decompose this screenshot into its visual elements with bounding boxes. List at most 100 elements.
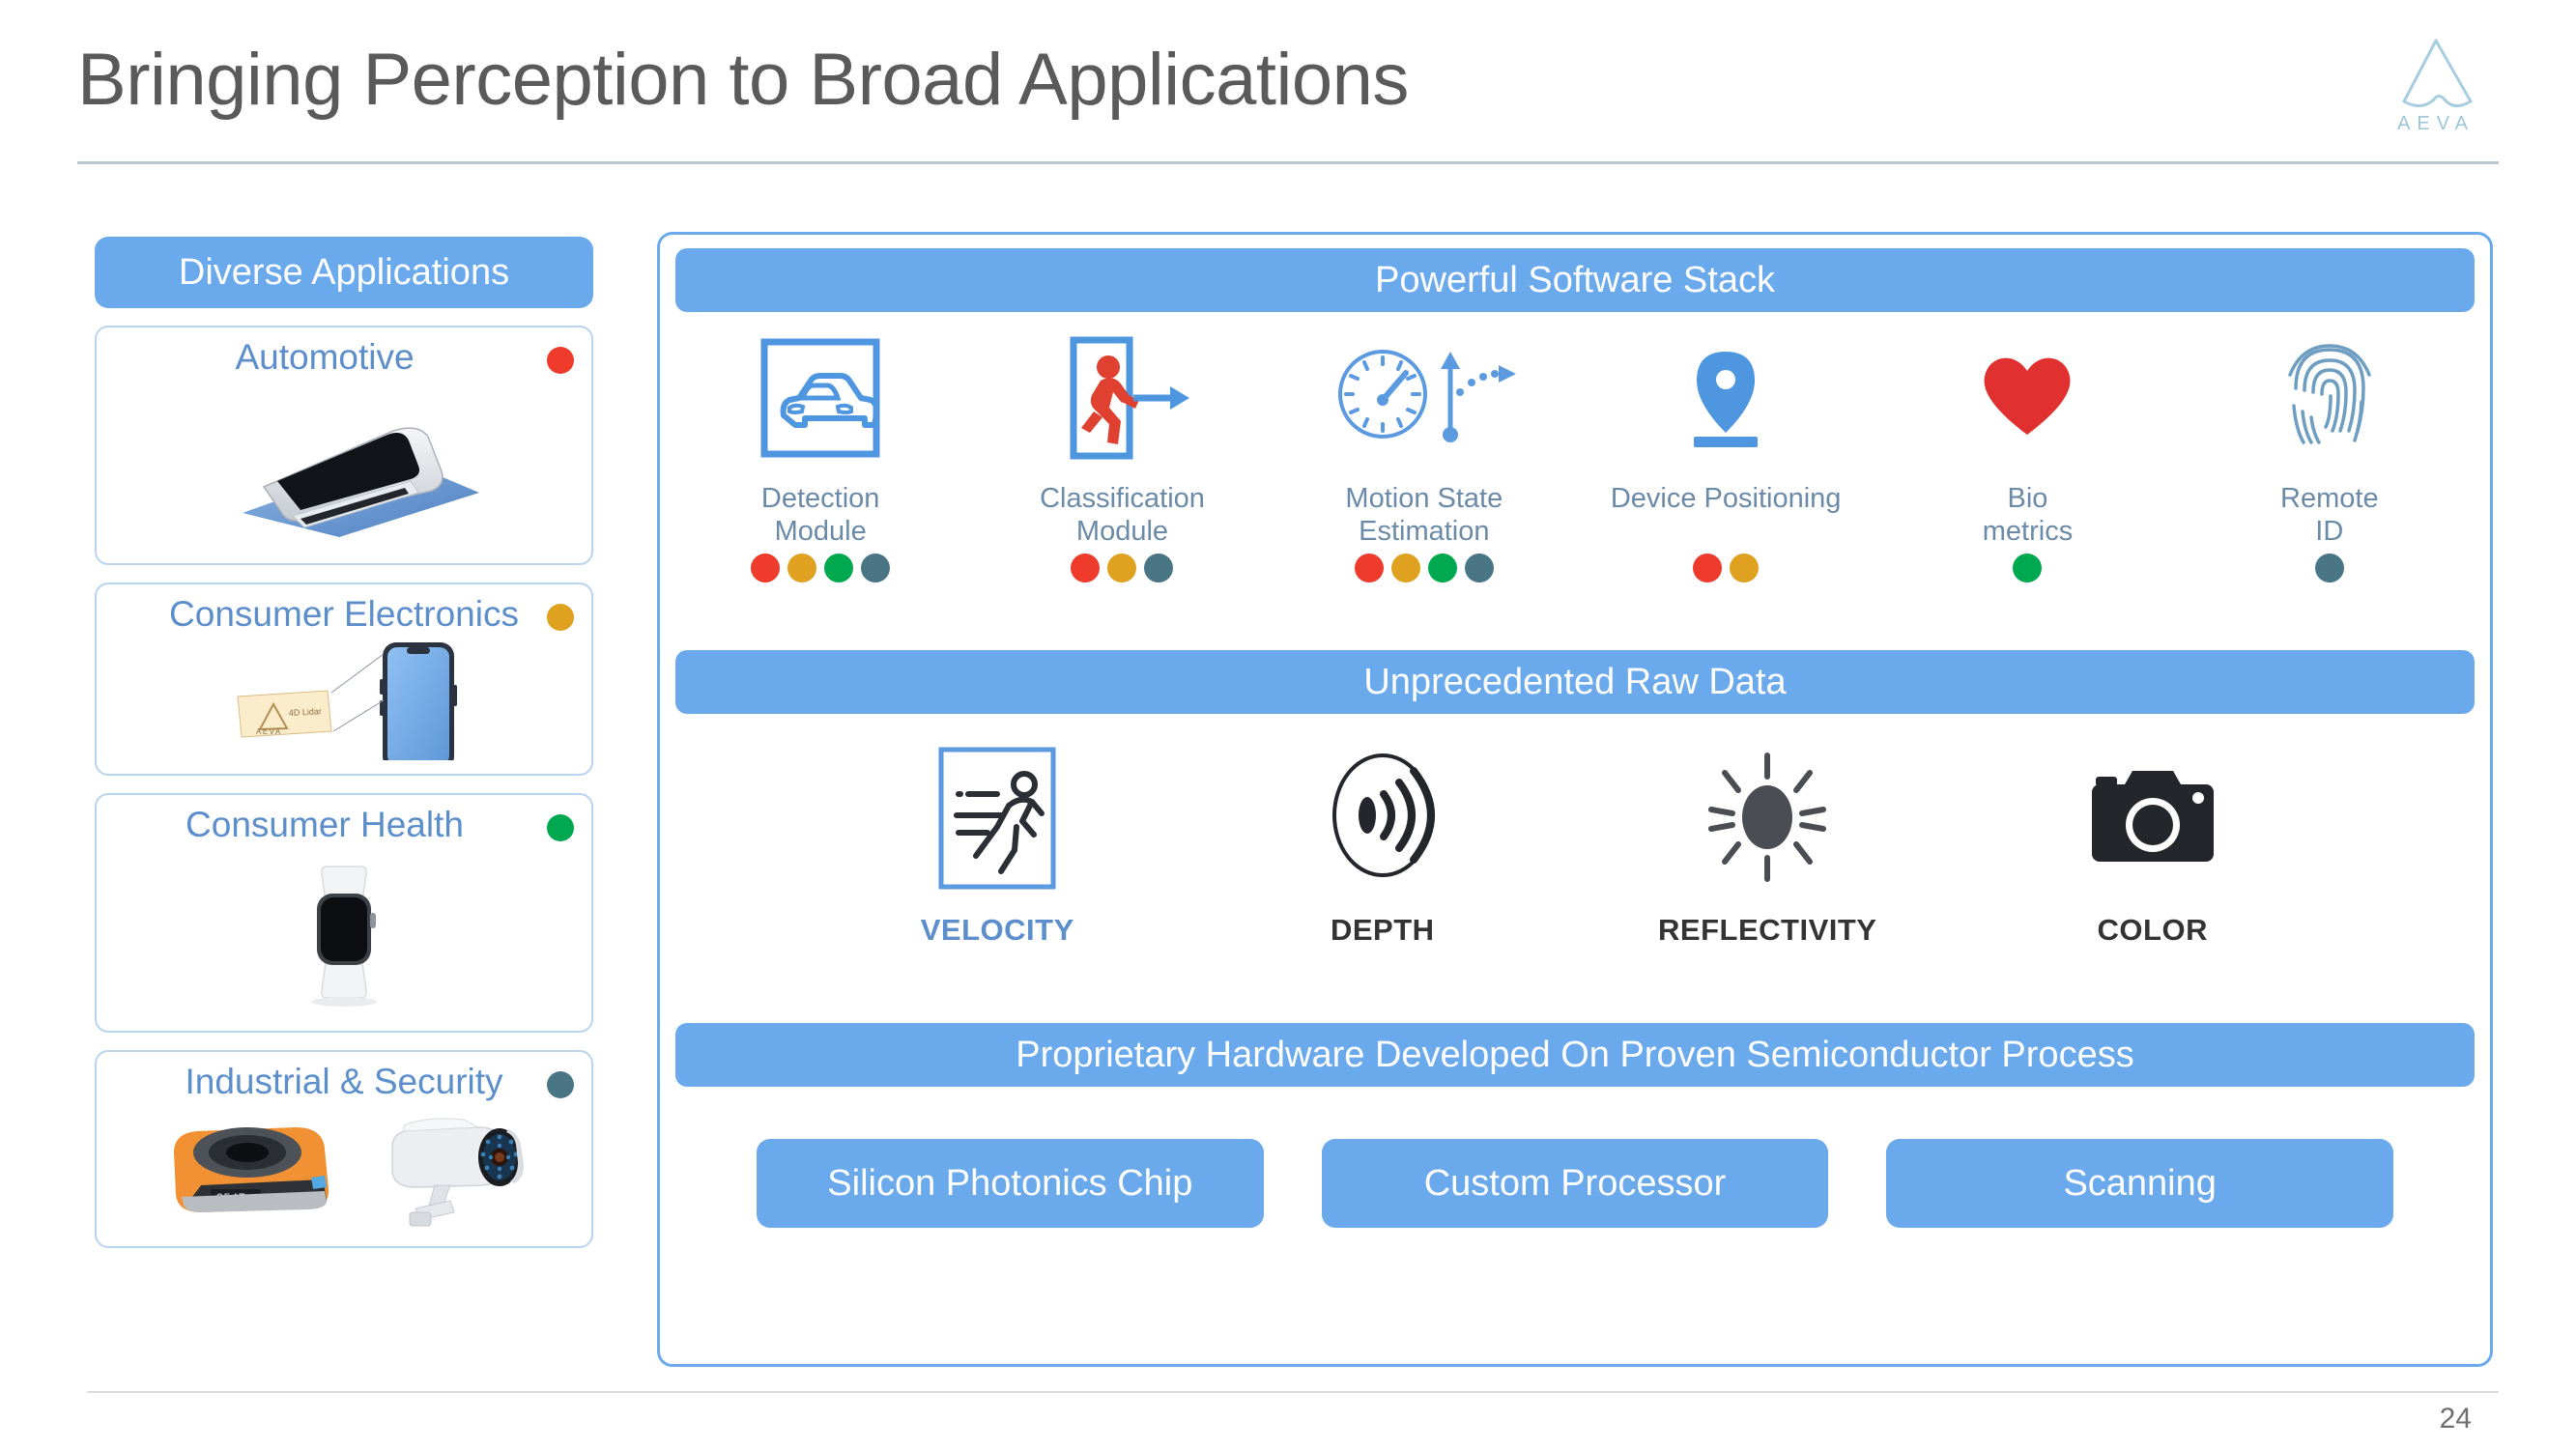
software-module-label: Bio metrics — [1983, 482, 2073, 552]
software-module-label-line2: Module — [774, 516, 867, 548]
app-card-industrial-security[interactable]: Industrial & Security 2547 — [95, 1050, 593, 1248]
maturity-dot — [1107, 554, 1137, 582]
camera-icon — [2082, 741, 2223, 895]
speedometer-and-trajectory-arrow-icon — [1332, 326, 1516, 470]
automotive-lidar-sensor-image — [118, 377, 570, 554]
status-dot-consumer-electronics — [547, 604, 574, 631]
software-module-classification[interactable]: Classification Module — [971, 326, 1273, 650]
slide-header: Bringing Perception to Broad Application… — [77, 39, 2499, 164]
software-modules-row: Detection Module Classification Module M… — [660, 312, 2490, 650]
hardware-button-scanning[interactable]: Scanning — [1886, 1139, 2394, 1228]
footer-divider — [87, 1391, 2499, 1393]
maturity-dots — [1693, 554, 1760, 582]
status-dot-industrial-security — [547, 1071, 574, 1098]
maturity-dot — [1354, 554, 1384, 582]
powerful-software-stack-banner: Powerful Software Stack — [675, 248, 2475, 312]
aeva-logo: AEVA — [2373, 36, 2499, 152]
software-module-motion-state-estimation[interactable]: Motion State Estimation — [1274, 326, 1575, 650]
smartphone-with-lidar-chip-image: 4D Lidar AEVA — [118, 634, 570, 764]
hardware-button-silicon-photonics-chip[interactable]: Silicon Photonics Chip — [757, 1139, 1264, 1228]
app-card-title: Consumer Health — [186, 805, 464, 844]
raw-data-item-velocity[interactable]: VELOCITY — [805, 741, 1190, 948]
diverse-applications-column: Diverse Applications Automotive Consumer… — [95, 237, 593, 1265]
hardware-buttons-row: Silicon Photonics Chip Custom Processor … — [660, 1087, 2490, 1280]
maturity-dot — [1390, 554, 1420, 582]
hardware-button-custom-processor[interactable]: Custom Processor — [1321, 1139, 1829, 1228]
maturity-dot — [1464, 554, 1494, 582]
raw-data-item-color[interactable]: COLOR — [1961, 741, 2346, 948]
maturity-dot — [824, 554, 854, 582]
raw-data-item-depth[interactable]: DEPTH — [1190, 741, 1576, 948]
diverse-applications-label: Diverse Applications — [178, 251, 510, 293]
software-module-label-line1: Classification — [1040, 483, 1205, 514]
status-dot-consumer-health — [547, 814, 574, 841]
software-module-label: Remote ID — [2280, 482, 2379, 552]
software-module-label-line1: Remote — [2280, 483, 2379, 514]
fingerprint-icon — [2276, 326, 2383, 470]
proprietary-hardware-label: Proprietary Hardware Developed On Proven… — [1016, 1034, 2134, 1075]
app-card-title: Automotive — [235, 337, 415, 377]
raw-data-label: DEPTH — [1330, 913, 1435, 947]
raw-data-label: REFLECTIVITY — [1658, 913, 1877, 947]
running-person-in-box-with-arrow-icon — [1050, 326, 1193, 470]
car-in-bounding-box-icon — [757, 326, 884, 470]
maturity-dot — [1144, 554, 1174, 582]
page-number: 24 — [2439, 1403, 2472, 1435]
technology-stack-panel: Powerful Software Stack Detection Module — [657, 232, 2493, 1367]
raw-data-label: COLOR — [2097, 913, 2208, 947]
chip-callout-label-4d-lidar: 4D Lidar — [289, 707, 323, 719]
maturity-dot — [1071, 554, 1101, 582]
hardware-button-label: Silicon Photonics Chip — [827, 1162, 1193, 1204]
software-module-device-positioning[interactable]: Device Positioning — [1575, 326, 1876, 650]
software-module-detection[interactable]: Detection Module — [670, 326, 971, 650]
software-module-label-line2: Estimation — [1359, 516, 1490, 548]
maturity-dot — [1730, 554, 1760, 582]
aeva-triangle-logo-icon — [2401, 39, 2474, 107]
maturity-dot — [751, 554, 781, 582]
hardware-button-label: Scanning — [2063, 1162, 2217, 1204]
maturity-dots — [751, 554, 891, 582]
software-module-label-line1: Device Positioning — [1610, 483, 1842, 514]
unprecedented-raw-data-label: Unprecedented Raw Data — [1363, 661, 1787, 702]
software-module-label-line2: metrics — [1982, 516, 2074, 548]
hardware-button-label: Custom Processor — [1423, 1162, 1727, 1204]
depth-waves-icon — [1320, 741, 1445, 895]
status-dot-automotive — [547, 347, 574, 374]
maturity-dots — [2013, 554, 2043, 582]
aeva-wordmark: AEVA — [2397, 113, 2475, 134]
raw-data-label: VELOCITY — [920, 913, 1074, 947]
running-person-motion-lines-icon — [937, 741, 1057, 895]
smartwatch-image — [118, 844, 570, 1021]
page-title: Bringing Perception to Broad Application… — [77, 39, 1409, 121]
software-module-label-line1: Detection — [760, 483, 880, 514]
software-module-label: Detection Module — [761, 482, 880, 552]
software-module-label-line2: Module — [1075, 516, 1169, 548]
maturity-dot — [1427, 554, 1457, 582]
maturity-dots — [1071, 554, 1174, 582]
app-card-title: Consumer Electronics — [169, 594, 519, 634]
software-module-label-line2: ID — [2315, 516, 2344, 548]
app-card-automotive[interactable]: Automotive — [95, 326, 593, 565]
powerful-software-stack-label: Powerful Software Stack — [1375, 259, 1775, 300]
software-module-label: Device Positioning — [1611, 482, 1842, 552]
software-module-label: Motion State Estimation — [1345, 482, 1503, 552]
software-module-bio-metrics[interactable]: Bio metrics — [1876, 326, 2178, 650]
software-module-label-line1: Bio — [2007, 483, 2048, 514]
maturity-dots — [1354, 554, 1494, 582]
app-card-title: Industrial & Security — [185, 1062, 503, 1101]
sun-rays-icon — [1700, 741, 1835, 895]
maturity-dot — [2013, 554, 2043, 582]
raw-data-row: VELOCITY DEPTH REFLECTIVITY COLOR — [660, 714, 2490, 1023]
raw-data-item-reflectivity[interactable]: REFLECTIVITY — [1575, 741, 1961, 948]
title-divider — [77, 161, 2499, 164]
maturity-dot — [787, 554, 817, 582]
app-card-consumer-health[interactable]: Consumer Health — [95, 793, 593, 1033]
proprietary-hardware-banner: Proprietary Hardware Developed On Proven… — [675, 1023, 2475, 1087]
industrial-scanner-and-security-camera-image: 2547 — [118, 1101, 570, 1236]
app-card-consumer-electronics[interactable]: Consumer Electronics 4D Lidar AEVA — [95, 582, 593, 776]
software-module-remote-id[interactable]: Remote ID — [2179, 326, 2480, 650]
slide: Bringing Perception to Broad Application… — [0, 0, 2576, 1449]
heart-icon — [1974, 326, 2080, 470]
software-module-label: Classification Module — [1040, 482, 1205, 552]
maturity-dots — [2314, 554, 2344, 582]
